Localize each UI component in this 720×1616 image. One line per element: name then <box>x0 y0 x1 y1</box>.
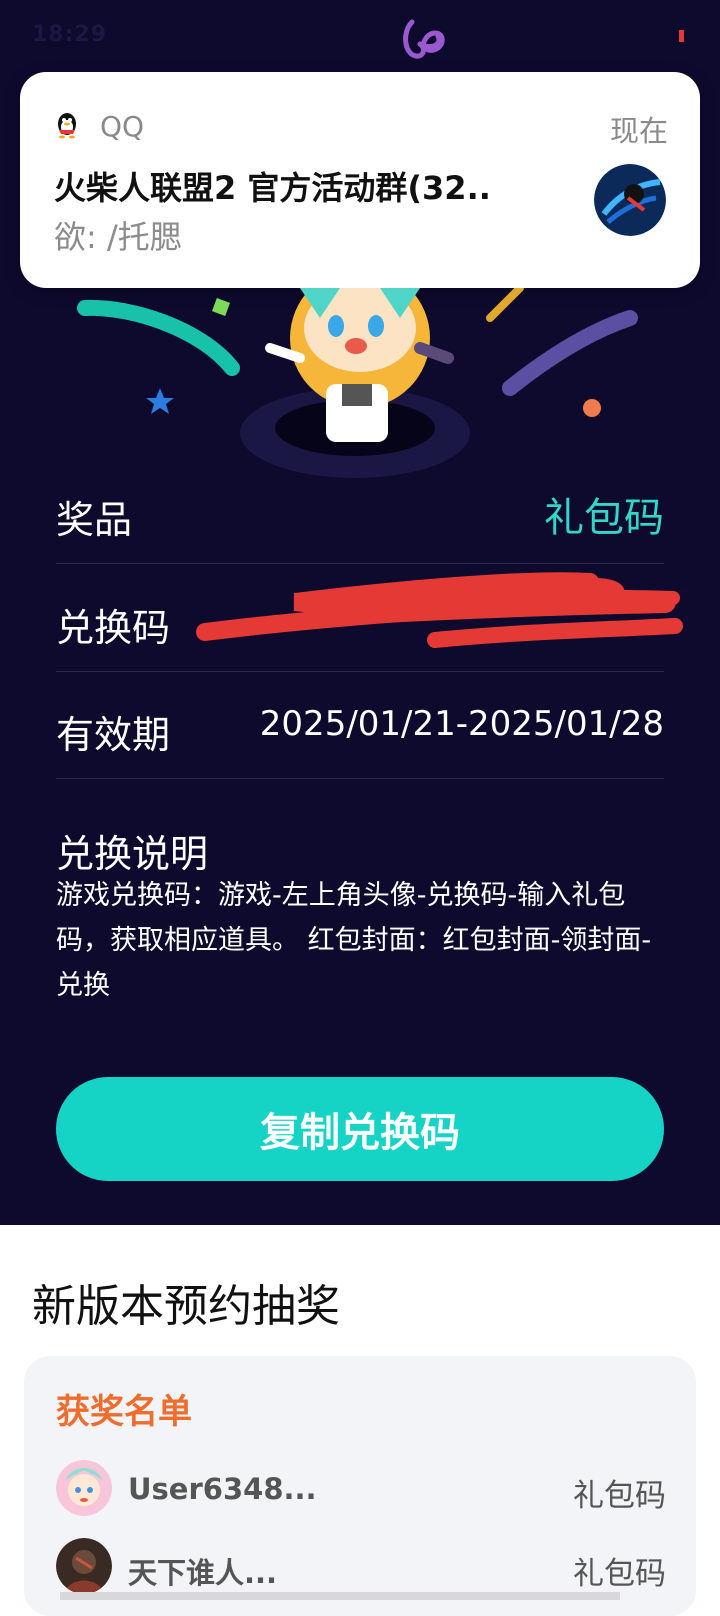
validity-row: 有效期 2025/01/21-2025/01/28 <box>56 670 664 779</box>
instructions-text: 游戏兑换码：游戏-左上角头像-兑换码-输入礼包码，获取相应道具。 红包封面：红包… <box>56 880 652 1001</box>
qq-penguin-icon <box>58 113 76 139</box>
winners-card: 获奖名单 User6348... 礼包码 天下谁人... 礼包码 <box>24 1356 696 1616</box>
section-title: 新版本预约抽奖 <box>32 1281 340 1332</box>
app-logo-icon <box>403 19 445 59</box>
status-bar: 18:29 <box>0 0 720 70</box>
qq-notification[interactable]: QQ 现在 火柴人联盟2 官方活动群(32.. 欲: /托腮 <box>20 72 700 288</box>
group-avatar <box>594 164 666 236</box>
bottom-scroll-hint <box>60 1592 620 1600</box>
validity-value: 2025/01/21-2025/01/28 <box>259 704 664 744</box>
redacted-code-scribble <box>196 572 683 648</box>
winner-name: User6348... <box>128 1472 317 1506</box>
redeem-code-label: 兑换码 <box>56 606 171 650</box>
winner-name: 天下谁人... <box>128 1556 278 1590</box>
winner-row[interactable]: User6348... 礼包码 <box>56 1460 666 1520</box>
winner-prize: 礼包码 <box>573 1478 666 1514</box>
prize-row: 奖品 礼包码 <box>56 455 664 564</box>
winner-avatar <box>56 1460 112 1516</box>
winner-avatar <box>56 1538 112 1594</box>
status-time: 18:29 <box>32 22 108 47</box>
winners-title: 获奖名单 <box>56 1392 192 1432</box>
winner-row[interactable]: 天下谁人... 礼包码 <box>56 1538 666 1598</box>
instructions-title: 兑换说明 <box>56 832 209 876</box>
notification-app-name: QQ <box>100 110 145 143</box>
copy-code-button[interactable]: 复制兑换码 <box>56 1077 664 1181</box>
notification-time: 现在 <box>609 114 668 148</box>
battery-indicator <box>675 22 688 46</box>
notification-title: 火柴人联盟2 官方活动群(32.. <box>54 169 491 207</box>
prize-label: 奖品 <box>56 498 133 542</box>
battery-low-icon <box>679 29 684 42</box>
notification-message: 欲: /托腮 <box>54 218 182 256</box>
validity-label: 有效期 <box>56 713 171 757</box>
prize-value: 礼包码 <box>544 495 664 541</box>
winner-prize: 礼包码 <box>573 1556 666 1592</box>
